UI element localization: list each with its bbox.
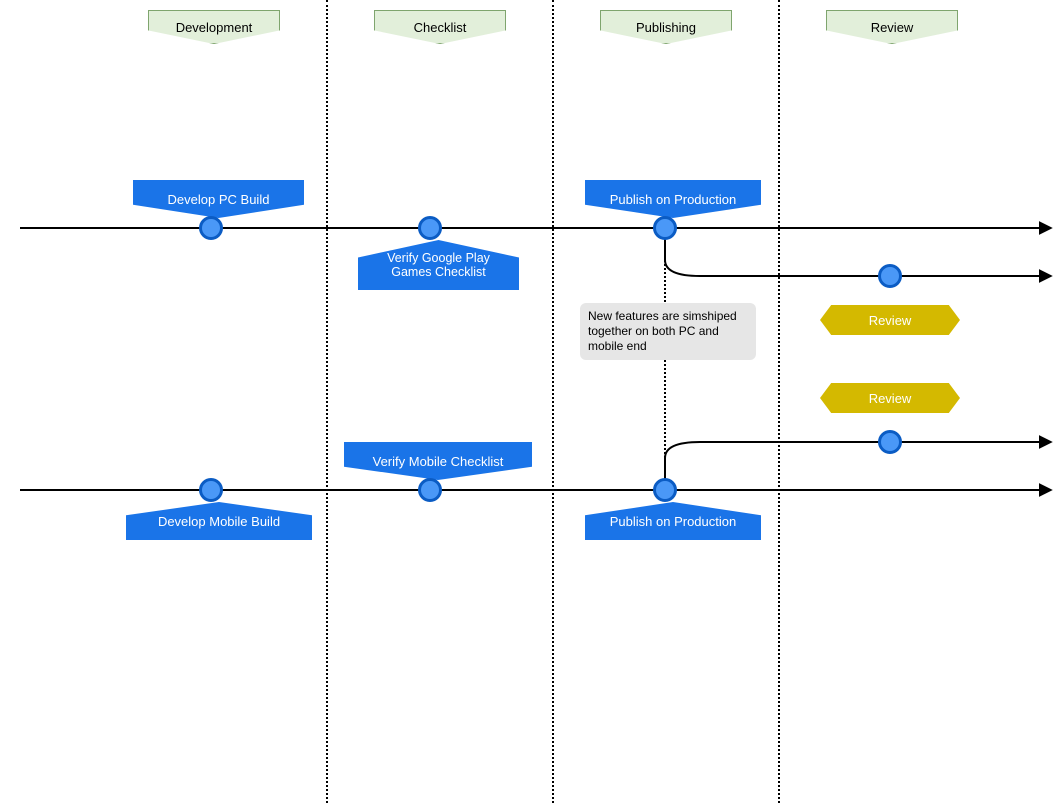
dot-publish-mobile bbox=[653, 478, 677, 502]
dot-develop-mobile bbox=[199, 478, 223, 502]
dot-review-mobile bbox=[878, 430, 902, 454]
dot-develop-pc bbox=[199, 216, 223, 240]
dot-review-pc bbox=[878, 264, 902, 288]
diagram-stage: Development Checklist Publishing Review … bbox=[0, 0, 1057, 803]
tag-review-pc: Review bbox=[820, 305, 960, 335]
note-simship: New features are simshiped together on b… bbox=[580, 303, 756, 360]
tag-review-mobile: Review bbox=[820, 383, 960, 413]
dot-verify-pc bbox=[418, 216, 442, 240]
dot-publish-pc bbox=[653, 216, 677, 240]
dot-verify-mobile bbox=[418, 478, 442, 502]
